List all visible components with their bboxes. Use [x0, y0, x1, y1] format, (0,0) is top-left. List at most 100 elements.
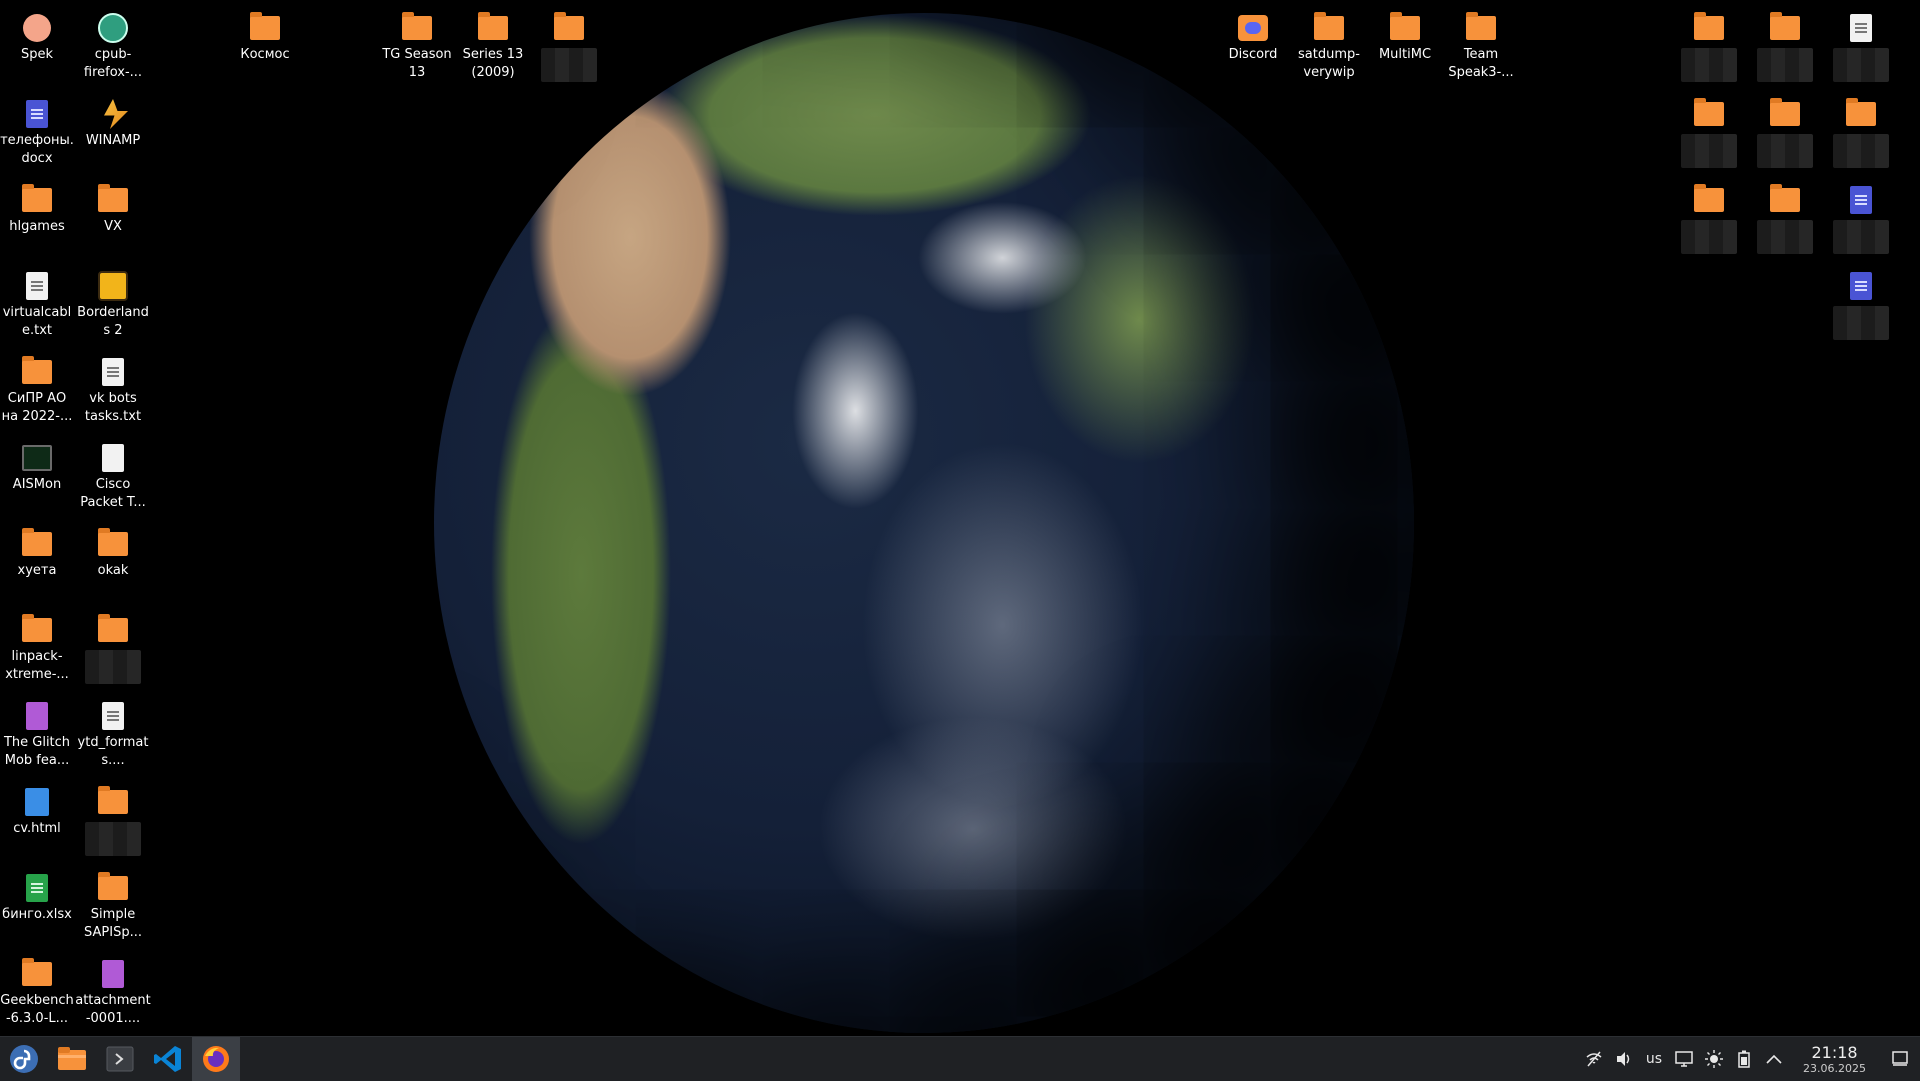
desktop-icon[interactable]: Космос	[227, 12, 303, 64]
desktop-icon[interactable]: linpack-xtreme-...	[0, 614, 75, 684]
desktop-icon[interactable]	[75, 614, 151, 684]
redacted-label	[1757, 48, 1813, 82]
text-file-icon	[21, 270, 53, 302]
desktop-icon[interactable]	[1747, 184, 1823, 254]
folder-icon	[1693, 184, 1725, 216]
desktop-icon-label: ytd_formats....	[77, 735, 149, 768]
desktop-icon-label: attachment-0001....	[75, 993, 151, 1026]
desktop-icon[interactable]: VX	[75, 184, 151, 236]
notification-icon	[1892, 1051, 1908, 1066]
clock[interactable]: 21:18 23.06.2025	[1789, 1043, 1880, 1075]
redacted-label	[1833, 134, 1889, 168]
document-icon	[1845, 184, 1877, 216]
desktop-icon-label: WINAMP	[85, 133, 141, 148]
folder-icon	[21, 356, 53, 388]
desktop-icon-label: Geekbench-6.3.0-L...	[0, 993, 74, 1026]
firefox-button[interactable]	[192, 1037, 240, 1081]
desktop-icon[interactable]	[1747, 98, 1823, 168]
discord-icon	[1237, 12, 1269, 44]
desktop-icon[interactable]: TG Season 13	[379, 12, 455, 82]
folder-icon	[97, 872, 129, 904]
desktop-icon[interactable]	[1823, 12, 1899, 82]
desktop-icon[interactable]: okak	[75, 528, 151, 580]
firefox-icon	[203, 1046, 229, 1072]
desktop-icon[interactable]: MultiMC	[1367, 12, 1443, 64]
monitor-icon	[1675, 1051, 1693, 1067]
desktop-icon[interactable]: СиПР АО на 2022-...	[0, 356, 75, 426]
folder-icon	[1693, 12, 1725, 44]
desktop-icon-label: Series 13 (2009)	[462, 47, 524, 80]
desktop-icon[interactable]	[1671, 12, 1747, 82]
desktop-icon[interactable]: cpub-firefox-...	[75, 12, 151, 82]
volume-tray-button[interactable]	[1609, 1037, 1639, 1081]
desktop-icon[interactable]: virtualcable.txt	[0, 270, 75, 340]
folder-icon	[1389, 12, 1421, 44]
folder-icon	[97, 184, 129, 216]
desktop-icon-label: AISMon	[12, 477, 62, 492]
desktop-icon[interactable]: Geekbench-6.3.0-L...	[0, 958, 75, 1028]
vscode-button[interactable]	[144, 1037, 192, 1081]
folder-icon	[1693, 98, 1725, 130]
desktop[interactable]: Spek cpub-firefox-... телефоны.docx WINAMP h…	[0, 0, 1920, 1036]
terminal-button[interactable]	[96, 1037, 144, 1081]
folder-icon	[553, 12, 585, 44]
desktop-icon[interactable]: attachment-0001....	[75, 958, 151, 1028]
spek-icon	[21, 12, 53, 44]
desktop-icon-label: linpack-xtreme-...	[5, 649, 69, 682]
redacted-label	[1681, 220, 1737, 254]
desktop-icon[interactable]: AISMon	[0, 442, 75, 494]
desktop-icon[interactable]: Series 13 (2009)	[455, 12, 531, 82]
fedora-launcher-button[interactable]	[0, 1037, 48, 1081]
desktop-icon[interactable]: WINAMP	[75, 98, 151, 150]
brightness-tray-button[interactable]	[1699, 1037, 1729, 1081]
desktop-icon[interactable]	[1823, 184, 1899, 254]
wifi-off-icon	[1586, 1051, 1602, 1067]
desktop-icon-label: cpub-firefox-...	[83, 47, 143, 80]
desktop-icon[interactable]: Borderlands 2	[75, 270, 151, 340]
winamp-icon	[97, 98, 129, 130]
desktop-icon-label: hlgames	[9, 219, 65, 234]
vscode-icon	[154, 1046, 181, 1072]
desktop-icon[interactable]: Discord	[1215, 12, 1291, 64]
desktop-icon[interactable]: The Glitch Mob fea...	[0, 700, 75, 770]
folder-icon	[21, 614, 53, 646]
desktop-icon[interactable]	[75, 786, 151, 856]
desktop-icon-label: Borderlands 2	[77, 305, 149, 338]
desktop-icon[interactable]: cv.html	[0, 786, 75, 838]
desktop-icon-label: Team Speak3-...	[1448, 47, 1514, 80]
folder-icon	[249, 12, 281, 44]
desktop-icon[interactable]	[1823, 270, 1899, 340]
desktop-icon-label: Simple SAPISp...	[84, 907, 142, 940]
desktop-icon[interactable]: телефоны.docx	[0, 98, 75, 168]
desktop-icon[interactable]: satdump-verywip	[1291, 12, 1367, 82]
show-desktop-button[interactable]	[1880, 1037, 1920, 1081]
desktop-icon[interactable]	[1747, 12, 1823, 82]
keyboard-layout-indicator[interactable]: us	[1639, 1037, 1669, 1081]
battery-icon	[1738, 1050, 1750, 1068]
desktop-icon[interactable]	[1671, 98, 1747, 168]
folder-icon	[477, 12, 509, 44]
battery-tray-button[interactable]	[1729, 1037, 1759, 1081]
desktop-icon[interactable]: бинго.xlsx	[0, 872, 75, 924]
desktop-icon[interactable]	[1671, 184, 1747, 254]
desktop-icon-label: бинго.xlsx	[2, 907, 72, 922]
desktop-icon[interactable]: hlgames	[0, 184, 75, 236]
desktop-icon[interactable]: ytd_formats....	[75, 700, 151, 770]
redacted-label	[85, 822, 141, 856]
display-tray-button[interactable]	[1669, 1037, 1699, 1081]
folder-icon	[97, 528, 129, 560]
desktop-icon[interactable]: Cisco Packet T...	[75, 442, 151, 512]
desktop-icon[interactable]	[531, 12, 607, 82]
network-tray-button[interactable]	[1579, 1037, 1609, 1081]
desktop-icon[interactable]: Team Speak3-...	[1443, 12, 1519, 82]
desktop-icon-label: Космос	[240, 47, 290, 62]
desktop-icon[interactable]: хуета	[0, 528, 75, 580]
desktop-icon-label: Discord	[1228, 47, 1278, 62]
tray-expand-button[interactable]	[1759, 1037, 1789, 1081]
desktop-icon[interactable]: Spek	[0, 12, 75, 64]
desktop-icon[interactable]: Simple SAPISp...	[75, 872, 151, 942]
file-manager-button[interactable]	[48, 1037, 96, 1081]
desktop-icon[interactable]	[1823, 98, 1899, 168]
html-file-icon	[21, 786, 53, 818]
desktop-icon[interactable]: vk bots tasks.txt	[75, 356, 151, 426]
